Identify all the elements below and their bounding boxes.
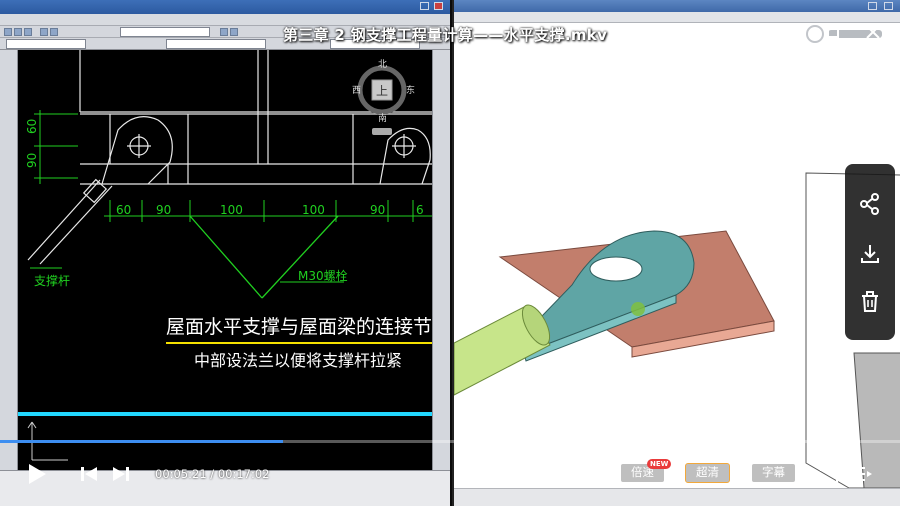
- cad-drawing-canvas[interactable]: 60 90 100 100 90 6 60 90 支撑杆 M30螺栓 屋面水平支…: [18, 50, 432, 470]
- video-player[interactable]: 60 90 100 100 90 6 60 90 支撑杆 M30螺栓 屋面水平支…: [0, 0, 900, 506]
- time-total: 00:17:02: [217, 467, 270, 481]
- label-bolt: M30螺栓: [298, 268, 348, 283]
- compass-north: 北: [378, 59, 387, 70]
- save-icon[interactable]: [24, 28, 32, 36]
- style-combo[interactable]: [166, 39, 266, 49]
- cad-window: 60 90 100 100 90 6 60 90 支撑杆 M30螺栓 屋面水平支…: [0, 0, 450, 506]
- subtitle-button[interactable]: 字幕: [751, 463, 796, 483]
- label-brace: 支撑杆: [34, 273, 70, 288]
- progress-fill: [0, 440, 283, 443]
- model-3d: [454, 172, 900, 488]
- delete-icon[interactable]: [858, 290, 882, 314]
- time-current: 00:05:21: [155, 467, 207, 481]
- brace-rod: [27, 178, 113, 265]
- dim-2: 90: [156, 203, 171, 217]
- gusset-plates: [101, 116, 431, 185]
- cut-icon[interactable]: [50, 28, 58, 36]
- maximize-icon[interactable]: [822, 22, 844, 42]
- close-icon[interactable]: [862, 22, 884, 42]
- volume-slider[interactable]: [508, 472, 598, 475]
- viewcube-top: 上: [376, 84, 388, 98]
- cad-drawing: 60 90 100 100 90 6 60 90 支撑杆 M30螺栓 屋面水平支…: [18, 50, 432, 461]
- workspace-combo[interactable]: [120, 27, 210, 37]
- new-icon[interactable]: [4, 28, 12, 36]
- compass-east: 东: [406, 84, 415, 96]
- time-separator: /: [206, 467, 218, 481]
- cad-close-button[interactable]: [434, 2, 443, 10]
- time-display: 00:05:21 / 00:17:02: [155, 467, 270, 481]
- compass-west: 西: [352, 85, 361, 96]
- progress-bar[interactable]: [0, 440, 900, 443]
- modeler-close-button[interactable]: [884, 2, 893, 10]
- side-action-panel: [845, 164, 895, 340]
- modeler-viewport[interactable]: [454, 23, 900, 488]
- vdim-2: 90: [25, 153, 39, 168]
- pan-icon[interactable]: [220, 28, 228, 36]
- dim-5: 90: [370, 203, 385, 217]
- zoom-icon[interactable]: [230, 28, 238, 36]
- previous-icon[interactable]: [80, 466, 98, 482]
- print-icon[interactable]: [40, 28, 48, 36]
- play-icon[interactable]: [26, 462, 48, 486]
- modeler-minimize-button[interactable]: [868, 2, 877, 10]
- dim-1: 60: [116, 203, 131, 217]
- video-title: 第三章 2 钢支撑工程量计算——水平支撑.mkv: [283, 26, 608, 44]
- layer-combo[interactable]: [6, 39, 86, 49]
- player-controls: 00:05:21 / 00:17:02 倍速 超清 字幕: [0, 452, 900, 496]
- dim-3: 100: [220, 203, 243, 217]
- modeler-titlebar: [454, 0, 900, 12]
- next-icon[interactable]: [112, 466, 130, 482]
- volume-knob[interactable]: [558, 468, 567, 477]
- playlist-icon[interactable]: [851, 464, 873, 484]
- cad-draw-toolbar: [0, 50, 18, 470]
- cad-modify-toolbar: [432, 50, 450, 470]
- cad-minimize-button[interactable]: [420, 2, 429, 10]
- note-line-2: 中部设法兰以便将支撑杆拉紧: [194, 351, 402, 370]
- volume-icon[interactable]: [480, 464, 500, 482]
- viewcube-compass[interactable]: 上 北 南 东 西: [352, 59, 415, 135]
- vdim-1: 60: [25, 119, 39, 134]
- volume-fill: [508, 472, 562, 475]
- fullscreen-icon[interactable]: [819, 464, 839, 484]
- minimize-icon[interactable]: [784, 22, 806, 42]
- cad-titlebar: [0, 0, 450, 14]
- speed-new-badge: NEW: [647, 459, 672, 469]
- cursor-highlight: [631, 302, 645, 316]
- dim-6: 6: [416, 203, 424, 217]
- quality-button[interactable]: 超清: [685, 463, 730, 483]
- open-icon[interactable]: [14, 28, 22, 36]
- dim-4: 100: [302, 203, 325, 217]
- modeler-window: [452, 0, 900, 506]
- note-line-1: 屋面水平支撑与屋面梁的连接节: [166, 316, 432, 338]
- bolt-hole-3d: [589, 256, 643, 282]
- download-icon[interactable]: [858, 242, 882, 266]
- share-icon[interactable]: [858, 192, 882, 216]
- compass-south: 南: [378, 112, 387, 124]
- dimension-text: 60 90 100 100 90 6 60 90 支撑杆 M30螺栓: [25, 119, 424, 288]
